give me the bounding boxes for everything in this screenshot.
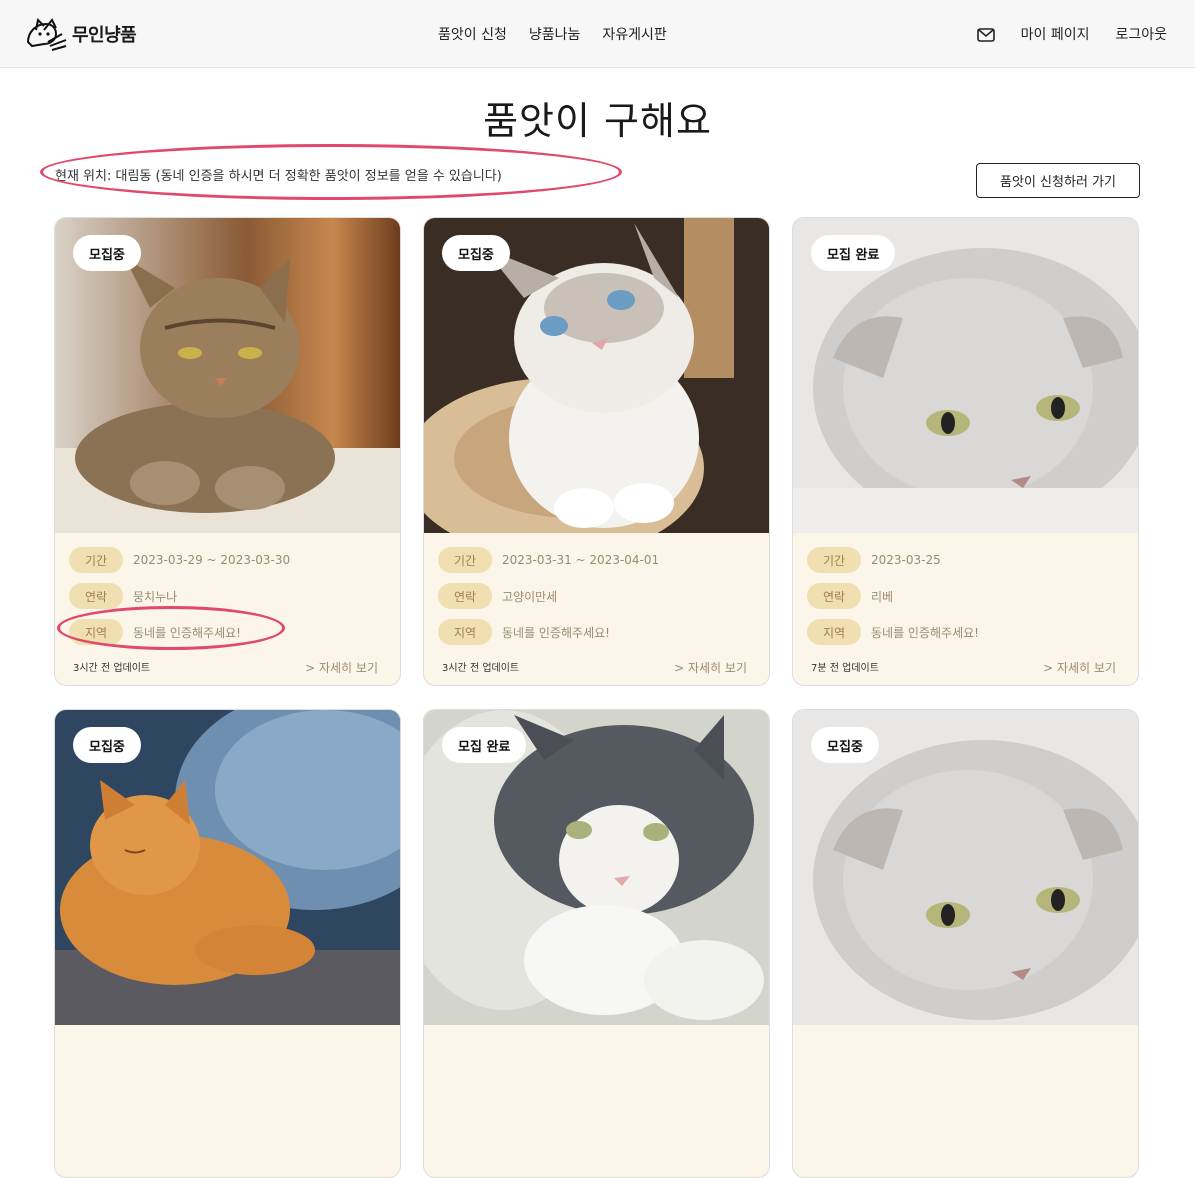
user-nav: 마이 페이지 로그아웃 xyxy=(976,24,1167,44)
period-tag: 기간 xyxy=(69,547,123,573)
logo[interactable]: 무인냥품 xyxy=(22,12,137,56)
location-highlight-annotation xyxy=(40,144,622,200)
region-value: 동네를 인증해주세요! xyxy=(871,625,979,640)
card-info: 기간 2023-03-25 연락 리베 지역 동네를 인증해주세요! xyxy=(807,542,979,650)
region-value: 동네를 인증해주세요! xyxy=(502,625,610,640)
status-badge: 모집중 xyxy=(442,235,510,271)
nav-free-board[interactable]: 자유게시판 xyxy=(602,24,666,44)
status-badge: 모집중 xyxy=(73,727,141,763)
status-badge: 모집중 xyxy=(73,235,141,271)
contact-value: 뭉치누나 xyxy=(133,589,178,604)
updated-time: 3시간 전 업데이트 xyxy=(73,663,151,674)
my-page-link[interactable]: 마이 페이지 xyxy=(1021,24,1090,44)
contact-value: 고양이만세 xyxy=(502,589,558,604)
updated-time: 7분 전 업데이트 xyxy=(811,663,879,674)
main-nav: 품앗이 신청 냥품나눔 자유게시판 xyxy=(438,24,689,44)
contact-tag: 연락 xyxy=(69,583,123,609)
view-detail-link[interactable]: > 자세히 보기 xyxy=(1043,659,1116,676)
page-title: 품앗이 구해요 xyxy=(483,99,712,143)
contact-tag: 연락 xyxy=(438,583,492,609)
view-detail-link[interactable]: > 자세히 보기 xyxy=(305,659,378,676)
status-badge: 모집 완료 xyxy=(442,727,527,763)
logo-text: 무인냥품 xyxy=(72,25,137,46)
period-value: 2023-03-25 xyxy=(871,553,941,567)
poomasi-card[interactable]: 모집 완료 기간 2023-03-25 연락 리베 지역 동네를 인증해주세요! 7분… xyxy=(792,217,1139,686)
logout-link[interactable]: 로그아웃 xyxy=(1115,24,1167,44)
card-info: 기간 2023-03-31 ~ 2023-04-01 연락 고양이만세 지역 동네를 … xyxy=(438,542,659,650)
period-value: 2023-03-31 ~ 2023-04-01 xyxy=(502,553,660,567)
period-tag: 기간 xyxy=(438,547,492,573)
nav-nyangpum-share[interactable]: 냥품나눔 xyxy=(529,24,581,44)
view-detail-link[interactable]: > 자세히 보기 xyxy=(674,659,747,676)
poomasi-card[interactable]: 모집 완료 xyxy=(423,709,770,1178)
updated-time: 3시간 전 업데이트 xyxy=(442,663,520,674)
contact-value: 리베 xyxy=(871,589,894,604)
region-tag: 지역 xyxy=(438,619,492,645)
poomasi-card[interactable]: 모집중 xyxy=(792,709,1139,1178)
contact-tag: 연락 xyxy=(807,583,861,609)
poomasi-card[interactable]: 모집중 기간 2023-03-31 ~ 2023-04-01 연락 고양이만세 지역… xyxy=(423,217,770,686)
region-tag: 지역 xyxy=(807,619,861,645)
status-badge: 모집중 xyxy=(811,727,879,763)
period-value: 2023-03-29 ~ 2023-03-30 xyxy=(133,553,291,567)
region-highlight-annotation xyxy=(57,606,285,650)
go-apply-button[interactable]: 품앗이 신청하러 가기 xyxy=(976,163,1140,198)
poomasi-card[interactable]: 모집중 xyxy=(54,709,401,1178)
nav-poomasi-apply[interactable]: 품앗이 신청 xyxy=(438,24,507,44)
top-nav-bar: 무인냥품 품앗이 신청 냥품나눔 자유게시판 마이 페이지 로그아웃 xyxy=(0,0,1195,68)
status-badge: 모집 완료 xyxy=(811,235,896,271)
period-tag: 기간 xyxy=(807,547,861,573)
cat-hand-logo-icon xyxy=(26,17,67,51)
mail-icon[interactable] xyxy=(976,27,995,42)
